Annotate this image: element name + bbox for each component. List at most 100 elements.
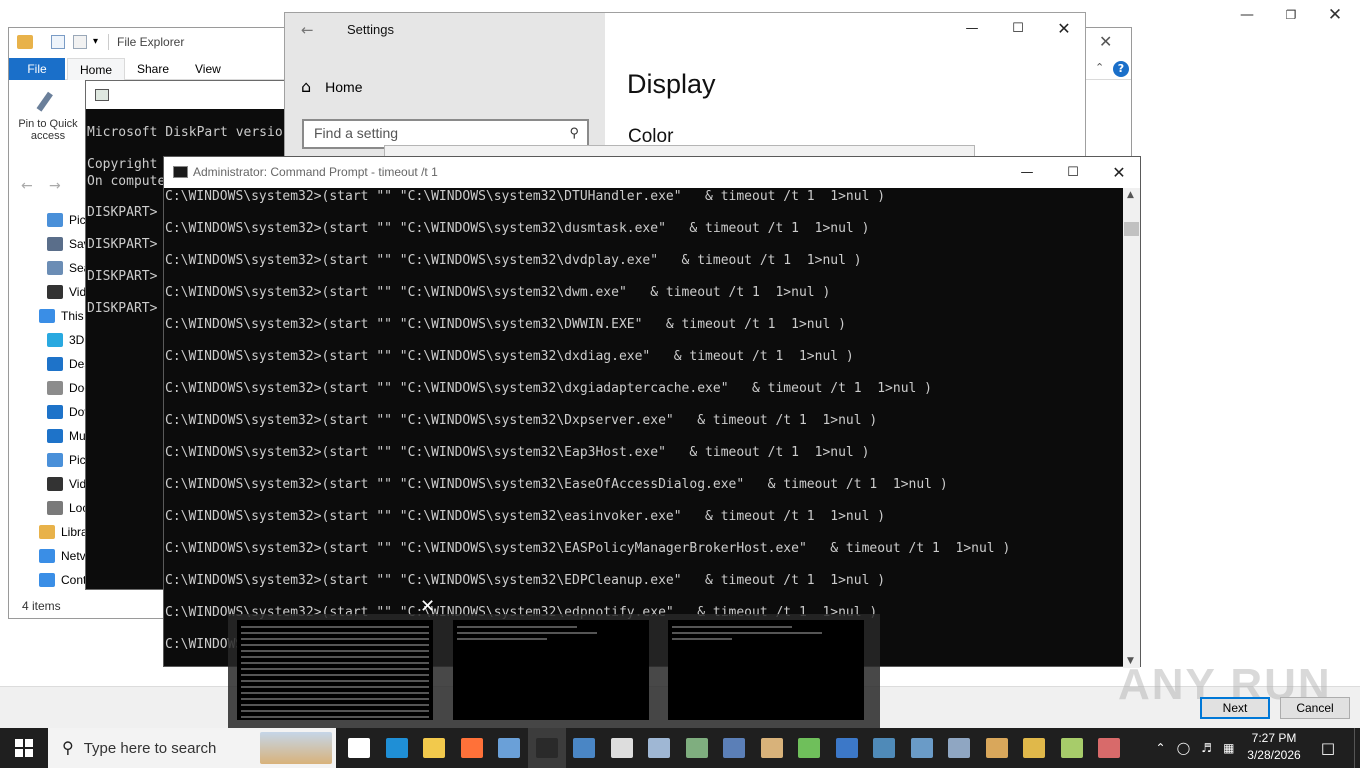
taskbar-app-key-button[interactable] — [1015, 728, 1053, 768]
app-gear-icon — [798, 738, 820, 758]
console-window-thumbnail[interactable] — [668, 620, 864, 720]
cancel-button[interactable]: Cancel — [1280, 697, 1350, 719]
cmd-scrollbar[interactable]: ▲ ▼ — [1123, 188, 1140, 668]
settings-window: ← Settings ⌂ Home Find a setting ⚲ Displ… — [284, 12, 1087, 158]
cmd-line: C:\WINDOWS\system32>(start "" "C:\WINDOW… — [165, 349, 854, 364]
next-button[interactable]: Next — [1200, 697, 1270, 719]
app-grid-icon — [1098, 738, 1120, 758]
nav-item-icon — [39, 549, 55, 563]
settings-icon — [610, 738, 633, 758]
taskbar-app-window-button[interactable] — [565, 728, 603, 768]
properties-icon[interactable] — [51, 35, 65, 49]
nav-item-icon — [47, 405, 63, 419]
notification-icon[interactable]: □ — [1310, 728, 1346, 768]
taskbar-settings-button[interactable] — [603, 728, 641, 768]
clock-time: 7:27 PM — [1251, 731, 1297, 745]
chevron-up-icon[interactable]: ⌃ — [1156, 741, 1166, 755]
volume-icon[interactable]: ♬ — [1201, 741, 1212, 755]
tab-home[interactable]: Home — [67, 58, 126, 80]
taskbar-app-gear-button[interactable] — [790, 728, 828, 768]
taskbar-window-app-button[interactable] — [490, 728, 528, 768]
new-folder-icon[interactable] — [73, 35, 87, 49]
cmd-line: C:\WINDOWS\system32>(start "" "C:\WINDOW… — [165, 381, 933, 396]
nav-item[interactable]: Libra — [39, 520, 89, 544]
settings-sidebar: ← Settings ⌂ Home Find a setting ⚲ — [285, 13, 605, 158]
task-view-icon — [348, 738, 370, 758]
taskbar-app-img-button[interactable] — [978, 728, 1016, 768]
quick-access-dropdown-icon[interactable]: ▾ — [93, 36, 98, 47]
taskbar-file-explorer-button[interactable] — [415, 728, 453, 768]
taskbar-search-box[interactable]: ⚲ Type here to search — [48, 728, 336, 768]
settings-close-button[interactable]: ✕ — [1041, 13, 1087, 43]
cmd-output[interactable]: C:\WINDOWS\system32>(start "" "C:\WINDOW… — [164, 188, 1125, 668]
forward-arrow-icon[interactable]: → — [49, 178, 61, 194]
nav-item[interactable]: Cont — [39, 568, 89, 592]
cmd-window-thumbnail[interactable] — [237, 620, 433, 720]
settings-home-item[interactable]: ⌂ Home — [301, 77, 363, 96]
tab-file[interactable]: File — [9, 58, 65, 80]
nav-item-icon — [39, 309, 55, 323]
explorer-close-button[interactable]: ✕ — [1099, 32, 1112, 51]
taskbar-app-font-button[interactable] — [1053, 728, 1091, 768]
taskbar-app-print-button[interactable] — [940, 728, 978, 768]
app-tool-icon — [723, 738, 745, 758]
clock-date: 3/28/2026 — [1247, 748, 1301, 762]
clock[interactable]: 7:27 PM 3/28/2026 — [1240, 730, 1308, 766]
wizard-restore-button[interactable]: ❐ — [1268, 0, 1314, 30]
nav-item-icon — [47, 261, 63, 275]
close-thumbnail-icon[interactable]: ✕ — [420, 596, 435, 617]
help-icon[interactable]: ? — [1113, 61, 1129, 77]
cmd-line: C:\WINDOWS\system32>(start "" "C:\WINDOW… — [165, 445, 870, 460]
taskbar-app-tool-button[interactable] — [715, 728, 753, 768]
wizard-minimize-button[interactable]: — — [1224, 0, 1270, 30]
scroll-down-icon[interactable]: ▼ — [1127, 656, 1134, 666]
scroll-up-icon[interactable]: ▲ — [1127, 190, 1134, 200]
window-app-icon — [498, 738, 520, 758]
command-prompt-icon — [535, 738, 558, 758]
cmd-line: C:\WINDOWS\system32>(start "" "C:\WINDOW… — [165, 573, 886, 588]
cmd-close-button[interactable]: ✕ — [1096, 157, 1142, 187]
show-desktop-button[interactable] — [1354, 728, 1360, 768]
cmd-minimize-button[interactable]: — — [1004, 157, 1050, 187]
tab-view[interactable]: View — [183, 58, 233, 80]
taskbar-command-prompt-button[interactable] — [527, 728, 566, 768]
taskbar-app-box-button[interactable] — [753, 728, 791, 768]
back-arrow-icon[interactable]: ← — [21, 178, 33, 194]
explorer-title: File Explorer — [117, 35, 185, 49]
nav-item[interactable]: This — [39, 304, 89, 328]
diskpart-prompt: DISKPART> — [87, 237, 158, 252]
taskbar-app-grid-button[interactable] — [1090, 728, 1128, 768]
nav-item-icon — [47, 453, 63, 467]
taskbar-app-doc2-button[interactable] — [903, 728, 941, 768]
file-explorer-icon — [423, 738, 445, 758]
search-icon: ⚲ — [569, 125, 579, 140]
taskbar-task-view-button[interactable] — [340, 728, 378, 768]
back-arrow-icon[interactable]: ← — [301, 21, 314, 39]
diskpart-window-thumbnail[interactable] — [453, 620, 649, 720]
system-tray: ⌃ ◯ ♬ ▦ — [1150, 728, 1240, 768]
wizard-close-button[interactable]: ✕ — [1312, 0, 1358, 30]
settings-maximize-button[interactable]: ☐ — [995, 13, 1041, 43]
taskbar-firefox-button[interactable] — [453, 728, 491, 768]
windows-logo-icon — [15, 739, 33, 757]
tab-share[interactable]: Share — [125, 58, 181, 80]
start-button[interactable] — [0, 728, 48, 768]
nav-item-icon — [47, 429, 63, 443]
cmd-line: C:\WINDOWS\system32>(start "" "C:\WINDOW… — [165, 221, 870, 236]
taskbar-app-x-button[interactable] — [640, 728, 678, 768]
taskbar-app-book-button[interactable] — [678, 728, 716, 768]
settings-title: Settings — [347, 22, 394, 37]
taskbar-app-monitor-button[interactable] — [828, 728, 866, 768]
pin-to-quick-access-button[interactable]: Pin to Quick access — [9, 80, 87, 156]
network-icon[interactable]: ▦ — [1223, 741, 1234, 755]
meet-now-icon[interactable]: ◯ — [1177, 741, 1190, 755]
scroll-thumb[interactable] — [1124, 222, 1139, 236]
nav-item[interactable]: Netv — [39, 544, 89, 568]
edge-icon — [385, 738, 408, 758]
ribbon-collapse-icon[interactable]: ⌃ — [1095, 61, 1104, 74]
cmd-maximize-button[interactable]: ☐ — [1050, 157, 1096, 187]
taskbar-app-doc-button[interactable] — [865, 728, 903, 768]
diskpart-line: Microsoft DiskPart versio — [87, 125, 283, 140]
taskbar-edge-button[interactable] — [378, 728, 416, 768]
settings-minimize-button[interactable]: — — [949, 13, 995, 43]
